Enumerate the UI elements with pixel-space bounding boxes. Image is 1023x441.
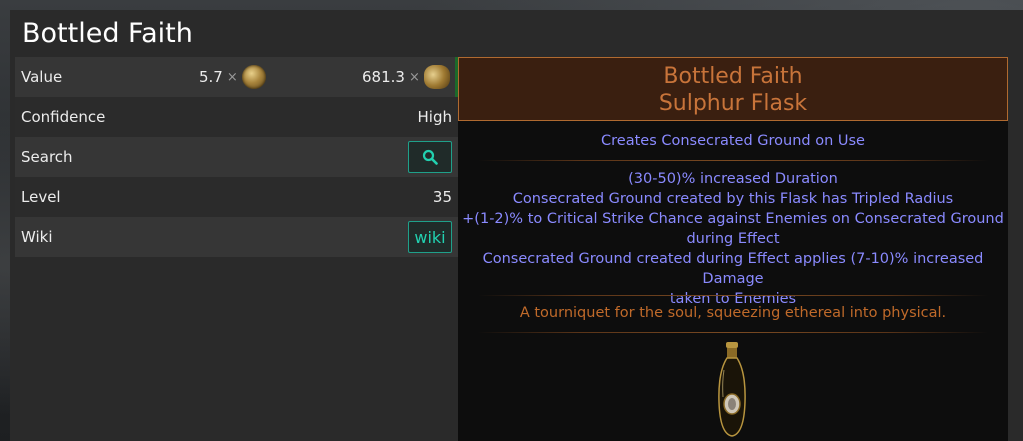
separator bbox=[478, 295, 988, 296]
level-label: Level bbox=[21, 188, 61, 206]
row-value: Value 5.7 × 681.3 × bbox=[15, 57, 458, 97]
level-value: 35 bbox=[432, 188, 452, 206]
mod-line: (30-50)% increased Duration bbox=[628, 171, 838, 187]
chaos-orb-icon bbox=[241, 65, 266, 89]
wiki-button[interactable]: wiki bbox=[408, 221, 452, 253]
row-level: Level 35 bbox=[15, 177, 458, 217]
divine-amount: 681.3 bbox=[362, 68, 405, 86]
explicit-mods: (30-50)% increased Duration Consecrated … bbox=[458, 169, 1008, 309]
wiki-label: Wiki bbox=[21, 228, 53, 246]
row-confidence: Confidence High bbox=[15, 97, 458, 137]
mod-line: Consecrated Ground created during Effect… bbox=[482, 251, 984, 287]
search-button[interactable] bbox=[408, 141, 452, 173]
divine-orb-icon bbox=[423, 65, 450, 89]
search-label: Search bbox=[21, 148, 73, 166]
times-sign: × bbox=[226, 69, 238, 85]
implicit-mod: Creates Consecrated Ground on Use bbox=[601, 133, 865, 149]
mod-line: during Effect bbox=[686, 231, 780, 247]
flask-icon bbox=[718, 342, 746, 437]
chaos-value: 5.7 × bbox=[199, 57, 266, 97]
item-header: Bottled Faith Sulphur Flask bbox=[458, 57, 1008, 121]
times-sign: × bbox=[408, 69, 420, 85]
info-table: Value 5.7 × 681.3 × Confidence High Sear… bbox=[15, 57, 458, 257]
separator bbox=[478, 160, 988, 161]
page-title: Bottled Faith bbox=[22, 18, 193, 49]
mod-line: +(1-2)% to Critical Strike Chance agains… bbox=[462, 211, 1004, 227]
item-tooltip: Bottled Faith Sulphur Flask Creates Cons… bbox=[458, 57, 1008, 441]
row-search: Search bbox=[15, 137, 458, 177]
divine-value: 681.3 × bbox=[362, 57, 450, 97]
row-wiki: Wiki wiki bbox=[15, 217, 458, 257]
search-icon bbox=[422, 149, 438, 165]
item-base: Sulphur Flask bbox=[658, 91, 808, 116]
confidence-value: High bbox=[417, 108, 452, 126]
flavour-text: A tourniquet for the soul, squeezing eth… bbox=[519, 305, 947, 321]
item-name: Bottled Faith bbox=[663, 64, 803, 89]
chaos-amount: 5.7 bbox=[199, 68, 223, 86]
confidence-label: Confidence bbox=[21, 108, 106, 126]
mod-line: Consecrated Ground created by this Flask… bbox=[512, 191, 954, 207]
separator bbox=[478, 332, 988, 333]
